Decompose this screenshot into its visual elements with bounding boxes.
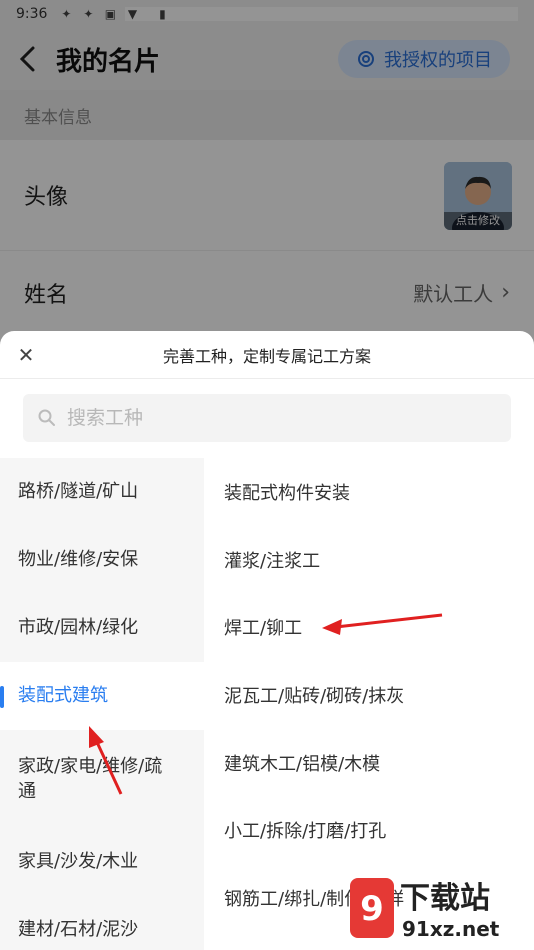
category-item[interactable]: 家具/沙发/木业 xyxy=(0,828,204,896)
category-item[interactable]: 建材/石材/泥沙 xyxy=(0,896,204,950)
search-input[interactable] xyxy=(67,407,487,429)
trade-item[interactable]: 建筑木工/铝模/木模 xyxy=(204,729,534,797)
category-item[interactable]: 市政/园林/绿化 xyxy=(0,594,204,662)
sheet-header: ✕ 完善工种，定制专属记工方案 xyxy=(0,331,534,379)
watermark-cn: 下载站 xyxy=(400,881,490,916)
category-item[interactable]: 物业/维修/安保 xyxy=(0,526,204,594)
trade-item[interactable]: 泥瓦工/贴砖/砌砖/抹灰 xyxy=(204,661,534,729)
sheet-title: 完善工种，定制专属记工方案 xyxy=(162,346,371,366)
search-icon xyxy=(38,409,55,426)
trade-selection-sheet: ✕ 完善工种，定制专属记工方案 路桥/隧道/矿山 物业/维修/安保 市政/园林/… xyxy=(0,331,534,950)
watermark-url: 91xz.net xyxy=(402,917,500,941)
trade-item[interactable]: 小工/拆除/打磨/打孔 xyxy=(204,796,534,864)
category-list: 路桥/隧道/矿山 物业/维修/安保 市政/园林/绿化 装配式建筑 家政/家电/维… xyxy=(0,458,204,950)
category-item[interactable]: 家政/家电/维修/疏通 xyxy=(0,730,204,828)
category-item-active[interactable]: 装配式建筑 xyxy=(0,662,204,730)
search-box[interactable] xyxy=(23,394,511,442)
svg-text:9: 9 xyxy=(360,889,384,929)
close-icon[interactable]: ✕ xyxy=(14,343,38,367)
trade-item[interactable]: 装配式构件安装 xyxy=(204,458,534,526)
trade-item[interactable]: 灌浆/注浆工 xyxy=(204,526,534,594)
trade-item[interactable]: 焊工/铆工 xyxy=(204,593,534,661)
site-watermark-logo: 9 下载站 91xz.net xyxy=(350,878,500,941)
category-item[interactable]: 路桥/隧道/矿山 xyxy=(0,458,204,526)
